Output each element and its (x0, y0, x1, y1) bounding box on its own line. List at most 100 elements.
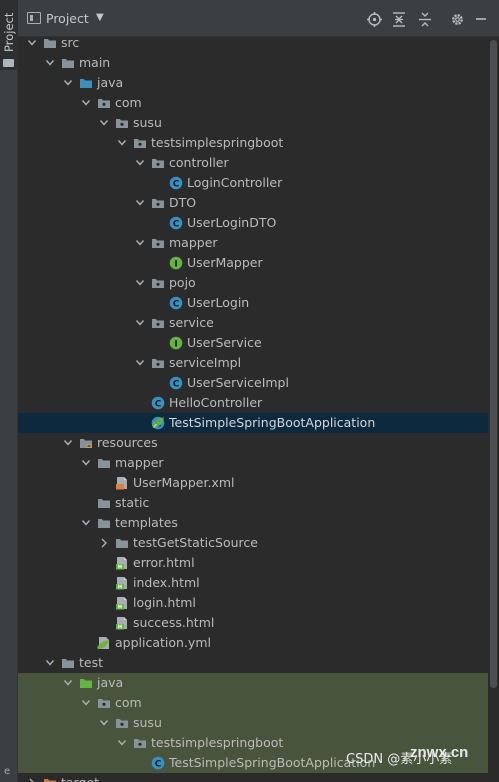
tree-row-package-service[interactable]: service (18, 313, 488, 333)
minimize-icon[interactable] (472, 10, 490, 28)
chevron-down-icon[interactable] (135, 316, 145, 330)
chevron-right-icon[interactable] (99, 536, 109, 550)
tree-row-label: index.html (133, 575, 200, 590)
chevron-down-icon[interactable] (117, 736, 127, 750)
tree-row-folder-testgetstaticsource[interactable]: testGetStaticSource (18, 533, 488, 553)
tree-row-interface-userservice[interactable]: I UserService (18, 333, 488, 353)
tree-row-file-success-html[interactable]: Hsuccess.html (18, 613, 488, 633)
chevron-down-icon[interactable] (63, 676, 73, 690)
tree-row-label: static (115, 495, 150, 510)
tree-row-class-userlogin[interactable]: C UserLogin (18, 293, 488, 313)
tree-row-label: templates (115, 515, 178, 530)
chevron-down-icon[interactable] (135, 236, 145, 250)
tree-row-label: java (97, 675, 124, 690)
tree-row-interface-usermapper[interactable]: I UserMapper (18, 253, 488, 273)
project-view-title[interactable]: Project (46, 11, 89, 26)
tree-row-package-controller[interactable]: controller (18, 153, 488, 173)
chevron-down-icon[interactable] (135, 156, 145, 170)
chevron-down-icon[interactable] (81, 456, 91, 470)
bottom-tool-tab-letter[interactable]: e (4, 766, 10, 777)
tree-row-label: controller (169, 155, 229, 170)
tree-row-label: success.html (133, 615, 215, 630)
class-icon: C (169, 296, 183, 310)
tree-row-label: HelloController (169, 395, 263, 410)
tree-row-file-index-html[interactable]: Hindex.html (18, 573, 488, 593)
chevron-down-icon[interactable] (135, 196, 145, 210)
tree-row-label: UserService (187, 335, 262, 350)
tree-row-file-usermapper-xml[interactable]: UserMapper.xml (18, 473, 488, 493)
html-file-icon: H (115, 596, 129, 610)
chevron-down-icon[interactable] (99, 116, 109, 130)
test-source-folder-icon (79, 676, 93, 690)
tree-row-package-com[interactable]: com (18, 93, 488, 113)
resources-folder-icon (79, 436, 93, 450)
tree-row-label: application.yml (115, 635, 211, 650)
project-tool-tab[interactable]: Project (0, 0, 18, 70)
tree-row-folder-resources[interactable]: resources (18, 433, 488, 453)
chevron-down-icon[interactable] (99, 716, 109, 730)
tree-row-file-application-yml[interactable]: application.yml (18, 633, 488, 653)
spring-boot-class-icon: C (151, 416, 165, 430)
tree-row-label: service (169, 315, 214, 330)
tree-row-folder-mapper[interactable]: mapper (18, 453, 488, 473)
collapse-all-icon[interactable] (416, 10, 434, 28)
chevron-down-icon[interactable] (45, 56, 55, 70)
chevron-right-icon[interactable] (27, 776, 37, 782)
tree-row-folder-templates[interactable]: templates (18, 513, 488, 533)
tree-row-package-test-susu[interactable]: susu (18, 713, 488, 733)
chevron-down-icon[interactable] (135, 276, 145, 290)
chevron-down-icon[interactable]: ▼ (96, 12, 104, 23)
tree-row-label: TestSimpleSpringBootApplication (169, 755, 376, 770)
tree-row-package-serviceimpl[interactable]: serviceImpl (18, 353, 488, 373)
tree-row-folder-main[interactable]: main (18, 53, 488, 73)
svg-text:H: H (118, 625, 122, 630)
tree-row-folder-test-java[interactable]: java (18, 673, 488, 693)
expand-all-icon[interactable] (390, 10, 408, 28)
chevron-down-icon[interactable] (81, 516, 91, 530)
tree-row-label: UserServiceImpl (187, 375, 289, 390)
class-icon: C (169, 176, 183, 190)
tree-row-class-hellocontroller[interactable]: C HelloController (18, 393, 488, 413)
chevron-down-icon[interactable] (27, 36, 37, 50)
chevron-down-icon[interactable] (63, 76, 73, 90)
scrollbar-thumb[interactable] (490, 40, 497, 688)
tree-row-class-userserviceimpl[interactable]: C UserServiceImpl (18, 373, 488, 393)
svg-text:I: I (174, 340, 177, 350)
tree-row-package-dto[interactable]: DTO (18, 193, 488, 213)
tree-row-package-susu[interactable]: susu (18, 113, 488, 133)
locate-target-icon[interactable] (365, 10, 383, 28)
tree-row-label: DTO (169, 195, 197, 210)
chevron-down-icon[interactable] (81, 96, 91, 110)
html-file-icon: H (115, 556, 129, 570)
folder-icon (97, 516, 111, 530)
tree-row-package-test-com[interactable]: com (18, 693, 488, 713)
tree-row-label: com (115, 695, 142, 710)
tree-row-package-pojo[interactable]: pojo (18, 273, 488, 293)
tree-row-class-testsimplespringbootapplication[interactable]: C TestSimpleSpringBootApplication (18, 413, 488, 433)
tree-row-label: target (61, 775, 99, 782)
tree-row-folder-target[interactable]: target (18, 773, 488, 782)
package-icon (151, 316, 165, 330)
tree-row-folder-static[interactable]: static (18, 493, 488, 513)
package-icon (133, 136, 147, 150)
tree-row-file-error-html[interactable]: Herror.html (18, 553, 488, 573)
tree-row-folder-src[interactable]: src (18, 33, 488, 53)
tree-row-folder-test[interactable]: test (18, 653, 488, 673)
gear-icon[interactable] (448, 10, 466, 28)
tree-row-file-login-html[interactable]: Hlogin.html (18, 593, 488, 613)
chevron-down-icon[interactable] (63, 436, 73, 450)
tree-row-package-mapper[interactable]: mapper (18, 233, 488, 253)
tree-row-folder-java[interactable]: java (18, 73, 488, 93)
chevron-down-icon[interactable] (45, 656, 55, 670)
tree-row-class-userlogindto[interactable]: C UserLoginDTO (18, 213, 488, 233)
left-tool-strip: Project e (0, 0, 18, 782)
chevron-down-icon[interactable] (135, 356, 145, 370)
svg-text:H: H (118, 585, 122, 590)
tree-row-label: mapper (115, 455, 164, 470)
chevron-down-icon[interactable] (81, 696, 91, 710)
tree-row-label: login.html (133, 595, 196, 610)
tree-row-package-testsimplespringboot[interactable]: testsimplespringboot (18, 133, 488, 153)
tree-row-class-logincontroller[interactable]: C LoginController (18, 173, 488, 193)
folder-icon (97, 496, 111, 510)
chevron-down-icon[interactable] (117, 136, 127, 150)
